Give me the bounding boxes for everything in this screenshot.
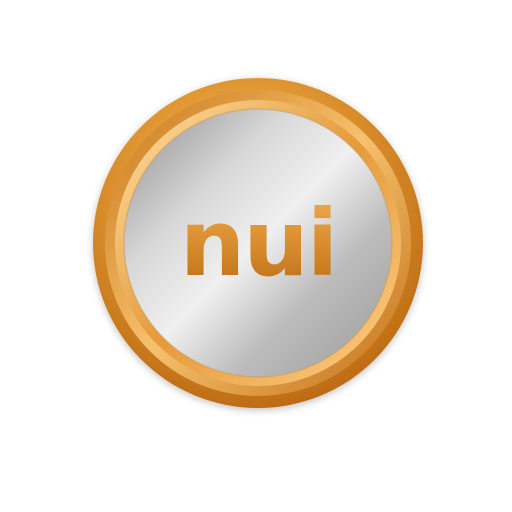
coin-logo-icon: nui <box>93 78 423 408</box>
logo-text: nui <box>180 190 337 297</box>
coin-logo: nui <box>0 0 512 512</box>
